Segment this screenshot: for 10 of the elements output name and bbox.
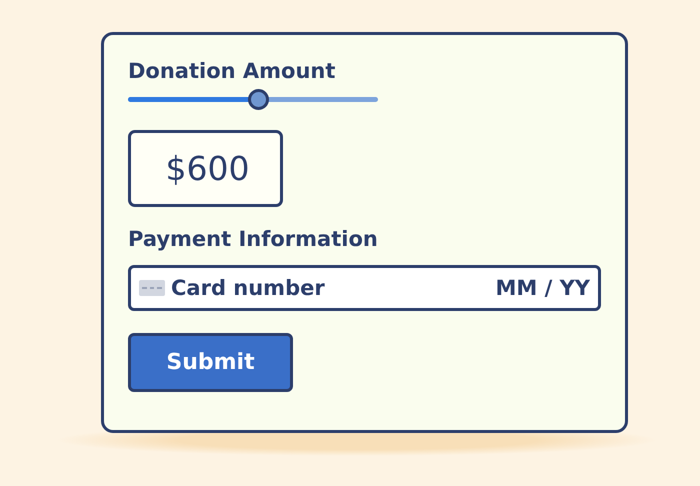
card-input-field[interactable]: Card number MM / YY	[128, 265, 601, 311]
section-heading: Payment Information	[128, 227, 378, 251]
expiry-input[interactable]: MM / YY	[480, 276, 590, 300]
slider-handle[interactable]	[248, 89, 269, 110]
credit-card-icon	[139, 280, 165, 296]
submit-button[interactable]: Submit	[128, 333, 293, 392]
amount-field[interactable]: $600	[128, 130, 283, 207]
card-number-input[interactable]: Card number	[171, 276, 474, 300]
amount-slider[interactable]	[128, 89, 378, 110]
section-heading: Donation Amount	[128, 59, 336, 83]
